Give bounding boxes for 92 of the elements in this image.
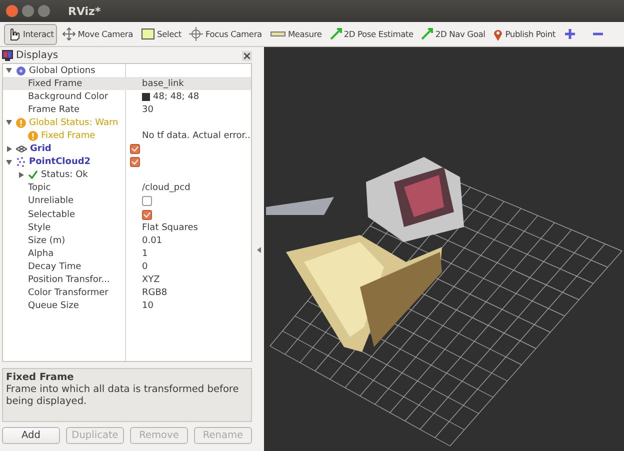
property-label: Selectable <box>28 210 76 220</box>
tool-button[interactable]: Publish Point <box>490 24 558 44</box>
maximize-button[interactable] <box>38 5 50 17</box>
point-cloud-icon <box>16 157 26 168</box>
property-label: Background Color <box>28 92 108 102</box>
tool-button[interactable]: 2D Nav Goal <box>418 24 488 44</box>
tree-row[interactable]: Status: Ok <box>3 168 251 182</box>
color-swatch[interactable] <box>142 92 150 101</box>
checkbox[interactable] <box>142 196 152 206</box>
monitor-icon <box>2 50 13 61</box>
property-label: Style <box>28 222 51 233</box>
property-label: Frame Rate <box>28 104 80 115</box>
tree-row[interactable]: Style Flat Squares <box>3 221 251 234</box>
tool-button[interactable]: Measure <box>266 24 325 44</box>
property-label: Alpha <box>28 248 54 259</box>
tool-button[interactable]: Interact <box>4 24 57 44</box>
plus-icon[interactable] <box>564 28 576 40</box>
property-value: 0 <box>142 262 148 272</box>
property-label: Status: Ok <box>41 170 88 180</box>
property-label: Color Transformer <box>28 288 108 298</box>
checkbox[interactable] <box>142 210 152 220</box>
tool-button[interactable]: Focus Camera <box>186 24 265 44</box>
tree-row[interactable]: Fixed Frame base_link <box>3 77 251 90</box>
checkbox[interactable] <box>130 144 140 154</box>
tool-button[interactable]: Move Camera <box>58 24 136 44</box>
tree-row[interactable]: Unreliable <box>3 194 251 208</box>
collapse-arrow-icon[interactable] <box>257 246 261 252</box>
3d-viewport[interactable] <box>264 47 624 451</box>
tree-row[interactable]: Background Color 48; 48; 48 <box>3 90 251 104</box>
property-label: Fixed Frame <box>41 131 96 142</box>
selection-box-icon <box>141 28 156 40</box>
tree-row[interactable]: Color Transformer RGB8 <box>3 286 251 300</box>
property-value: 30 <box>142 104 154 115</box>
ruler-icon <box>270 30 286 38</box>
map-pin-icon <box>493 28 504 40</box>
tool-button[interactable]: 2D Pose Estimate <box>326 24 416 44</box>
tree-row[interactable]: Size (m) 0.01 <box>3 234 251 248</box>
property-value: /cloud_pcd <box>142 183 190 194</box>
tree-row[interactable]: Global Options <box>3 64 251 78</box>
close-button[interactable] <box>242 50 252 60</box>
tree-row[interactable]: Queue Size 10 <box>3 300 251 313</box>
property-label: Unreliable <box>28 196 74 206</box>
tree-row[interactable]: Frame Rate 30 <box>3 103 251 116</box>
tree-row[interactable]: Alpha 1 <box>3 247 251 260</box>
panel-button[interactable]: Add <box>2 427 60 444</box>
grid-icon <box>16 145 27 154</box>
arrow-icon <box>421 28 434 40</box>
tool-button[interactable]: Select <box>138 24 184 44</box>
tree-row[interactable]: Fixed Frame No tf data. Actual error... <box>3 129 251 143</box>
window-title: RViz* <box>68 4 101 18</box>
property-label: Topic <box>28 183 51 194</box>
property-label: Decay Time <box>28 262 82 272</box>
warning-icon <box>16 118 26 128</box>
property-value: RGB8 <box>142 288 168 298</box>
crosshair-icon <box>189 27 204 41</box>
property-label: PointCloud2 <box>29 157 91 168</box>
warning-icon <box>28 131 38 142</box>
expanded-arrow-icon[interactable] <box>6 160 12 165</box>
description-text: Frame into which all data is transformed before being displayed. <box>6 384 239 407</box>
panel-title: Displays <box>16 50 60 61</box>
property-label: Global Options <box>29 66 96 76</box>
tree-row[interactable]: Selectable <box>3 208 251 222</box>
tree-row[interactable]: PointCloud2 <box>3 156 251 169</box>
move-arrows-icon <box>62 27 76 41</box>
property-value: 0.01 <box>142 236 162 246</box>
property-value: Flat Squares <box>142 222 198 233</box>
tree-row[interactable]: Decay Time 0 <box>3 260 251 274</box>
property-value: XYZ <box>142 275 160 286</box>
collapsed-arrow-icon[interactable] <box>6 146 12 152</box>
property-value: 10 <box>142 301 154 312</box>
collapsed-arrow-icon[interactable] <box>18 172 24 178</box>
description-title: Fixed Frame <box>6 372 75 384</box>
property-value: base_link <box>142 78 184 89</box>
minimize-button[interactable] <box>22 5 34 17</box>
arrow-icon <box>330 28 342 40</box>
property-value: 48; 48; 48 <box>153 92 200 102</box>
checkmark-icon <box>28 170 38 180</box>
property-label: Size (m) <box>28 236 66 246</box>
property-label: Grid <box>30 144 52 154</box>
tree-row[interactable]: Grid <box>3 142 251 156</box>
expanded-arrow-icon[interactable] <box>6 120 12 126</box>
expanded-arrow-icon[interactable] <box>6 68 12 74</box>
property-label: Global Status: Warn <box>29 118 118 128</box>
gear-icon <box>16 66 26 76</box>
property-value: No tf data. Actual error... <box>142 131 251 142</box>
tree-row[interactable]: Position Transfor... XYZ <box>3 274 251 287</box>
property-label: Fixed Frame <box>28 78 82 89</box>
property-label: Queue Size <box>28 301 79 312</box>
checkbox[interactable] <box>130 157 140 168</box>
property-value: 1 <box>142 248 148 259</box>
tree-row[interactable]: Topic /cloud_pcd <box>3 182 251 195</box>
property-label: Position Transfor... <box>28 275 110 286</box>
